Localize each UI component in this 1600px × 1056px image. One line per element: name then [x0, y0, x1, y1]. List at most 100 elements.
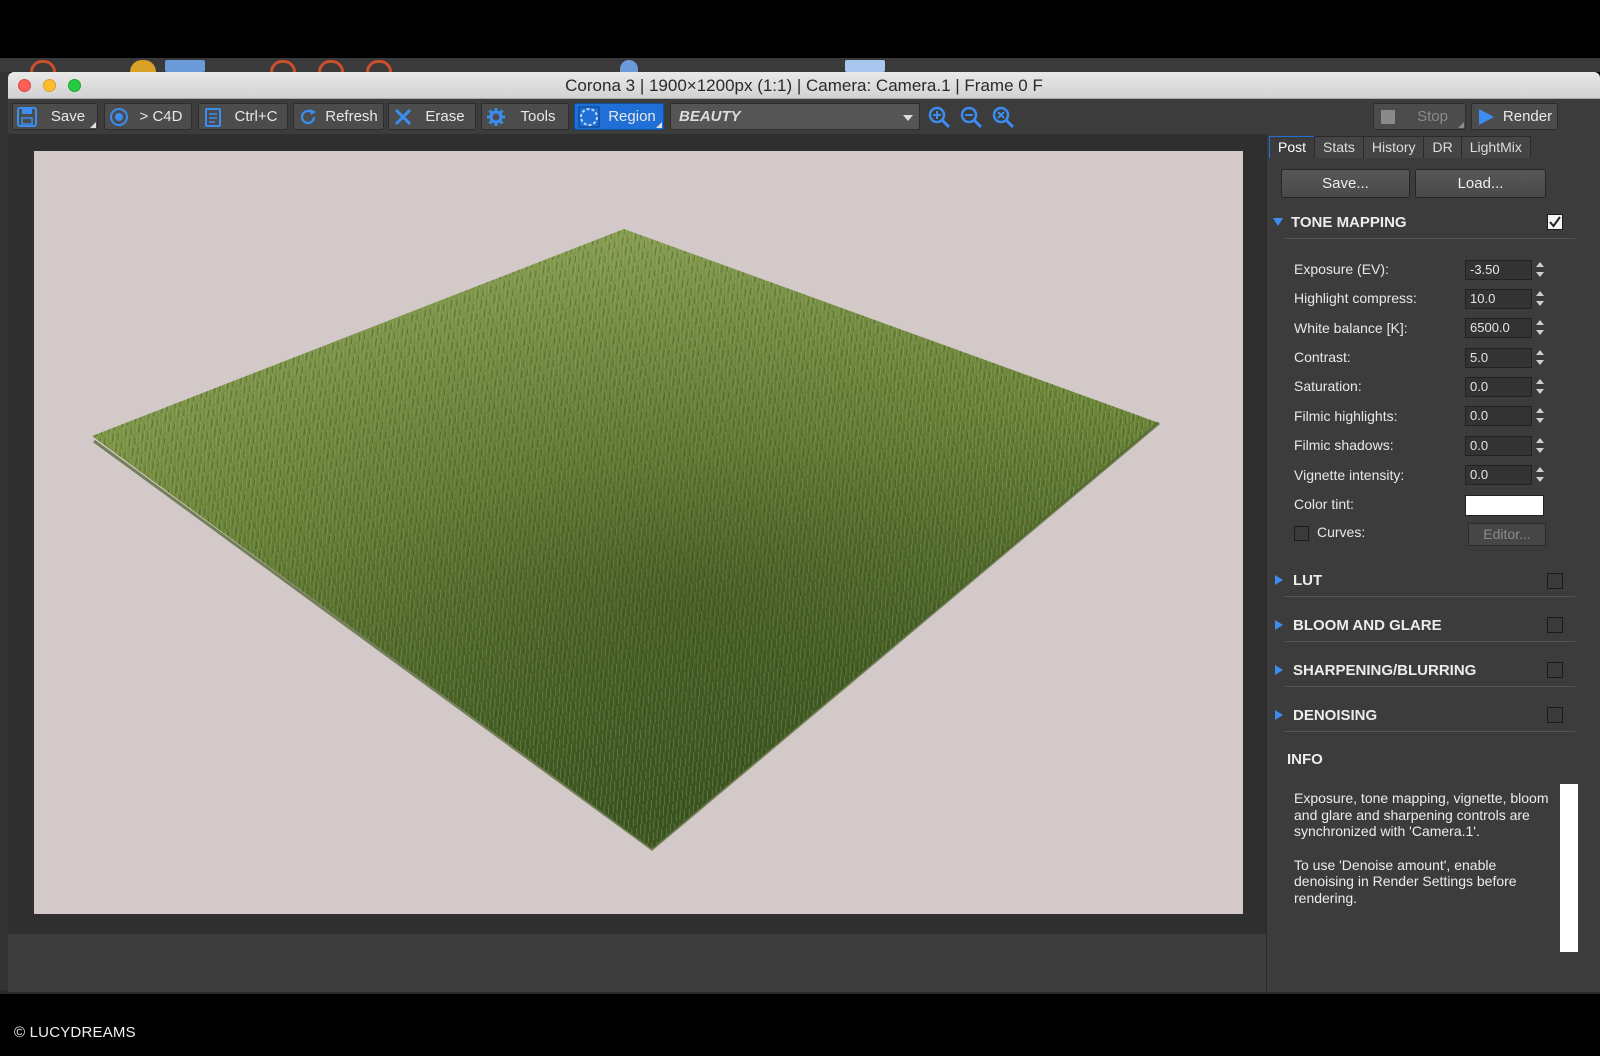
vignette-intensity-stepper[interactable]	[1535, 465, 1545, 485]
sharpening-blurring-title: SHARPENING/BLURRING	[1293, 661, 1477, 679]
denoising-title: DENOISING	[1293, 706, 1378, 724]
filmic-highlights-label: Filmic highlights:	[1294, 408, 1398, 424]
collapse-triangle-icon	[1275, 710, 1283, 720]
filmic-shadows-stepper[interactable]	[1535, 436, 1545, 456]
render-viewport[interactable]	[8, 134, 1266, 934]
region-select-icon	[577, 105, 601, 129]
contrast-label: Contrast:	[1294, 349, 1351, 365]
white-balance-stepper[interactable]	[1535, 318, 1545, 338]
filmic-shadows-field[interactable]: 0.0	[1465, 436, 1532, 456]
erase-button-label: Erase	[425, 108, 465, 125]
info-paragraph-2: To use 'Denoise amount', enable denoisin…	[1294, 856, 1517, 906]
expand-triangle-icon	[1273, 218, 1283, 226]
vignette-intensity-label: Vignette intensity:	[1294, 467, 1405, 483]
send-to-c4d-label: > C4D	[139, 108, 183, 125]
watermark-text: © LUCYDREAMS	[14, 1024, 136, 1041]
zoom-fit-button[interactable]	[990, 104, 1016, 130]
section-sharpening-blurring[interactable]: SHARPENING/BLURRING	[1273, 659, 1553, 681]
erase-button[interactable]: Erase	[388, 103, 476, 130]
exposure-stepper[interactable]	[1535, 260, 1545, 280]
collapse-triangle-icon	[1275, 575, 1283, 585]
refresh-button[interactable]: Refresh	[293, 103, 384, 130]
panel-tabs: Post Stats History DR LightMix	[1269, 136, 1531, 158]
post-panel: Post Stats History DR LightMix Save... L…	[1266, 134, 1600, 992]
tab-stats[interactable]: Stats	[1314, 136, 1364, 158]
render-pass-value: BEAUTY	[679, 108, 741, 125]
lut-title: LUT	[1293, 571, 1323, 589]
tools-button-label: Tools	[520, 108, 556, 125]
render-button[interactable]: Render	[1471, 103, 1558, 130]
close-x-icon	[391, 105, 415, 129]
render-image	[34, 151, 1243, 914]
denoising-checkbox[interactable]	[1547, 707, 1563, 723]
host-app-toolbar	[0, 58, 1600, 72]
refresh-button-label: Refresh	[325, 108, 378, 125]
filmic-shadows-label: Filmic shadows:	[1294, 437, 1394, 453]
contrast-stepper[interactable]	[1535, 348, 1545, 368]
zoom-in-icon	[928, 106, 951, 129]
white-balance-label: White balance [K]:	[1294, 320, 1408, 336]
highlight-compress-field[interactable]: 10.0	[1465, 289, 1532, 309]
sharpening-blurring-checkbox[interactable]	[1547, 662, 1563, 678]
copy-button-label: Ctrl+C	[234, 108, 278, 125]
viewport-status-area	[8, 934, 1266, 992]
info-paragraph-1: Exposure, tone mapping, vignette, bloom …	[1294, 790, 1549, 839]
zoom-in-button[interactable]	[926, 104, 952, 130]
contrast-field[interactable]: 5.0	[1465, 348, 1532, 368]
info-title: INFO	[1287, 751, 1323, 768]
zoom-fit-icon	[992, 106, 1015, 129]
filmic-highlights-field[interactable]: 0.0	[1465, 406, 1532, 426]
saturation-stepper[interactable]	[1535, 377, 1545, 397]
bloom-glare-checkbox[interactable]	[1547, 617, 1563, 633]
save-preset-button[interactable]: Save...	[1281, 169, 1410, 198]
color-tint-label: Color tint:	[1294, 496, 1354, 512]
tone-mapping-checkbox[interactable]	[1547, 214, 1563, 230]
exposure-label: Exposure (EV):	[1294, 261, 1389, 277]
saturation-field[interactable]: 0.0	[1465, 377, 1532, 397]
tab-history[interactable]: History	[1362, 136, 1425, 158]
curves-editor-button[interactable]: Editor...	[1468, 523, 1546, 546]
load-preset-button[interactable]: Load...	[1415, 169, 1546, 198]
zoom-out-button[interactable]	[958, 104, 984, 130]
play-icon	[1474, 105, 1498, 129]
tone-mapping-title: TONE MAPPING	[1291, 213, 1407, 231]
corona-vfb-window: Corona 3 | 1900×1200px (1:1) | Camera: C…	[8, 72, 1600, 992]
section-tone-mapping[interactable]: TONE MAPPING	[1273, 211, 1553, 233]
title-bar[interactable]: Corona 3 | 1900×1200px (1:1) | Camera: C…	[8, 72, 1600, 99]
section-bloom-and-glare[interactable]: BLOOM AND GLARE	[1273, 614, 1553, 636]
highlight-compress-stepper[interactable]	[1535, 289, 1545, 309]
saturation-label: Saturation:	[1294, 378, 1362, 394]
save-button-label: Save	[50, 108, 86, 125]
filmic-highlights-stepper[interactable]	[1535, 406, 1545, 426]
curves-label: Curves:	[1317, 524, 1366, 540]
highlight-compress-label: Highlight compress:	[1294, 290, 1417, 306]
region-button[interactable]: Region	[574, 103, 664, 130]
zoom-out-icon	[960, 106, 983, 129]
info-text: Exposure, tone mapping, vignette, bloom …	[1294, 790, 1554, 962]
exposure-field[interactable]: -3.50	[1465, 260, 1532, 280]
refresh-icon	[296, 105, 320, 129]
tab-post[interactable]: Post	[1269, 136, 1316, 158]
curves-checkbox[interactable]	[1294, 526, 1309, 541]
lut-checkbox[interactable]	[1547, 573, 1563, 589]
tab-lightmix[interactable]: LightMix	[1460, 136, 1531, 158]
section-lut[interactable]: LUT	[1273, 569, 1553, 591]
region-button-label: Region	[608, 108, 656, 125]
chevron-down-icon	[903, 115, 913, 121]
tab-dr[interactable]: DR	[1423, 136, 1462, 158]
stop-button[interactable]: Stop	[1373, 103, 1466, 130]
color-tint-swatch[interactable]	[1465, 495, 1544, 516]
save-button[interactable]: Save	[12, 103, 98, 130]
white-balance-field[interactable]: 6500.0	[1465, 318, 1532, 338]
info-scrollbar[interactable]	[1560, 784, 1578, 952]
bloom-glare-title: BLOOM AND GLARE	[1293, 616, 1442, 634]
tools-button[interactable]: Tools	[481, 103, 569, 130]
collapse-triangle-icon	[1275, 620, 1283, 630]
vignette-intensity-field[interactable]: 0.0	[1465, 465, 1532, 485]
render-pass-dropdown[interactable]: BEAUTY	[670, 103, 920, 130]
grass-render	[92, 229, 1160, 851]
section-denoising[interactable]: DENOISING	[1273, 704, 1553, 726]
send-to-c4d-button[interactable]: > C4D	[104, 103, 192, 130]
copy-button[interactable]: Ctrl+C	[198, 103, 288, 130]
vfb-toolbar: Save > C4D Ctrl+C Refresh Erase Tools Re…	[8, 100, 1600, 134]
